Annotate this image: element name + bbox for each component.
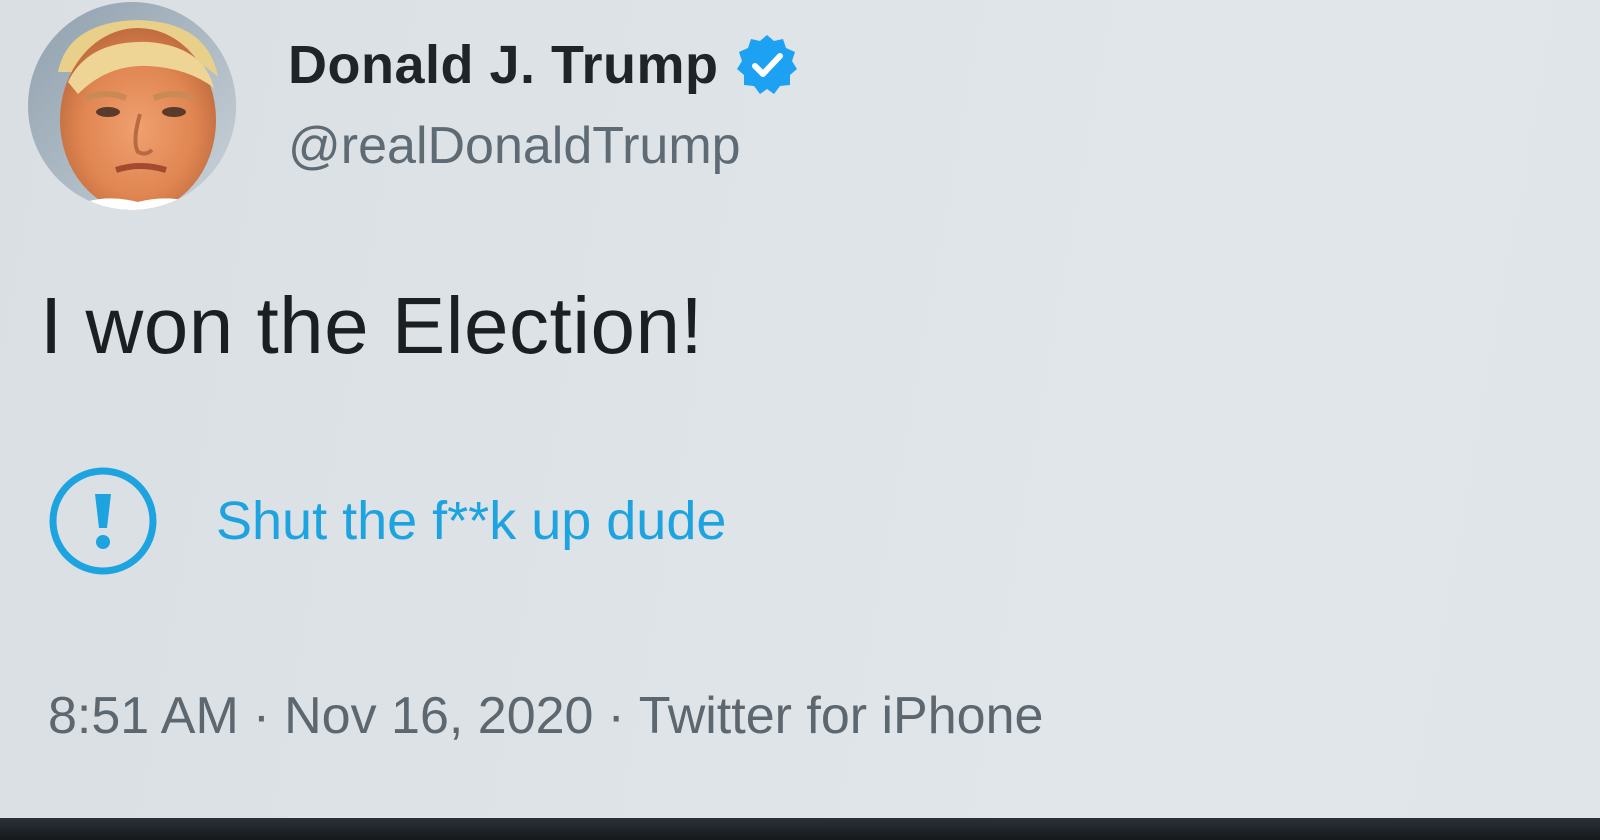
author-name-row: Donald J. Trump (288, 30, 799, 100)
display-name[interactable]: Donald J. Trump (288, 34, 719, 96)
verified-badge-icon (735, 33, 799, 97)
tweet-text: I won the Election! (40, 281, 704, 370)
screen-bezel (0, 818, 1600, 840)
label-notice[interactable]: Shut the f**k up dude (48, 466, 726, 576)
notice-link[interactable]: Shut the f**k up dude (216, 490, 726, 552)
profile-photo (28, 2, 236, 210)
tweet-time[interactable]: 8:51 AM (48, 687, 239, 745)
meta-separator: · (252, 687, 271, 745)
tweet-card: Donald J. Trump @realDonaldTrump I won t… (0, 0, 1600, 818)
exclamation-circle-icon (48, 466, 158, 576)
tweet-date[interactable]: Nov 16, 2020 (284, 687, 593, 745)
tweet-meta: 8:51 AM · Nov 16, 2020 · Twitter for iPhone (48, 686, 1043, 746)
avatar[interactable] (28, 2, 236, 210)
meta-separator: · (607, 687, 625, 745)
tweet-source[interactable]: Twitter for iPhone (639, 687, 1044, 745)
user-handle[interactable]: @realDonaldTrump (288, 116, 741, 176)
